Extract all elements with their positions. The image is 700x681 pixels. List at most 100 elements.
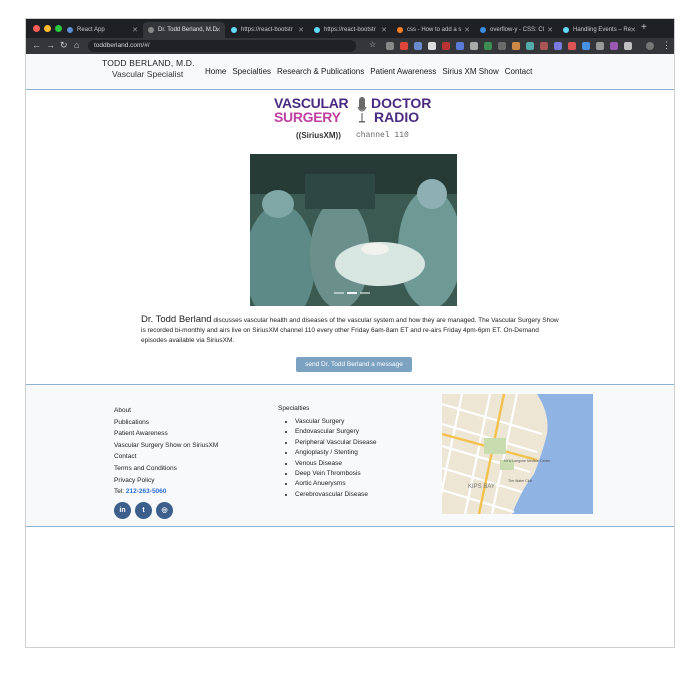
siriusxm-logo: ((SiriusXM)) — [296, 131, 341, 140]
home-icon[interactable]: ⌂ — [74, 40, 79, 50]
tab-todd-berland[interactable]: Dr. Todd Berland, M.D. ✕ — [143, 22, 225, 38]
location-map[interactable]: KIPS BAY NYU Langone Medical Center The … — [442, 394, 593, 514]
react-favicon-icon — [563, 27, 569, 33]
minimize-window-icon[interactable] — [44, 25, 51, 32]
site-navbar: TODD BERLAND, M.D. Vascular Specialist H… — [26, 54, 674, 90]
extension-icon[interactable] — [428, 42, 436, 50]
brand-name[interactable]: TODD BERLAND, M.D. — [102, 58, 195, 68]
menu-kebab-icon[interactable]: ⋮ — [662, 40, 671, 51]
extension-icon[interactable] — [400, 42, 408, 50]
extension-icon[interactable] — [484, 42, 492, 50]
brand-subtitle: Vascular Specialist — [112, 69, 184, 79]
specialty-item: Angioplasty / Stenting — [295, 448, 377, 458]
footer-link-privacy[interactable]: Privacy Policy — [114, 475, 218, 487]
tab-css-stackoverflow[interactable]: css - How to add a s ✕ — [392, 22, 474, 38]
map-hospital-label: NYU Langone Medical Center — [504, 459, 551, 463]
nav-patient-awareness[interactable]: Patient Awareness — [370, 67, 436, 76]
twitter-icon[interactable]: t — [135, 502, 152, 519]
surgery-photo — [250, 154, 457, 306]
specialties-title: Specialties — [278, 405, 310, 412]
specialty-item: Aortic Anuerysms — [295, 479, 377, 489]
show-description: Dr. Todd Berland discusses vascular heal… — [141, 315, 561, 346]
tab-react-bootstrap-1[interactable]: https://react-bootstr ✕ — [226, 22, 308, 38]
phone-link[interactable]: 212-263-5060 — [126, 488, 166, 495]
footer-link-patient-awareness[interactable]: Patient Awareness — [114, 428, 218, 440]
nav-specialties[interactable]: Specialties — [232, 67, 271, 76]
extension-icon[interactable] — [596, 42, 604, 50]
tab-react-app[interactable]: React App ✕ — [62, 22, 142, 38]
forward-arrow-icon[interactable]: → — [46, 40, 55, 50]
instagram-icon[interactable]: ◎ — [156, 502, 173, 519]
extension-icon[interactable] — [610, 42, 618, 50]
tab-close-icon[interactable]: ✕ — [215, 26, 221, 34]
footer-link-publications[interactable]: Publications — [114, 417, 218, 429]
carousel-indicator-active[interactable] — [347, 292, 357, 294]
map-area-label: KIPS BAY — [468, 484, 495, 490]
extension-icon[interactable] — [456, 42, 464, 50]
site-favicon-icon — [480, 27, 486, 33]
back-arrow-icon[interactable]: ← — [32, 40, 41, 50]
tab-strip: React App ✕ Dr. Todd Berland, M.D. ✕ https… — [26, 19, 674, 38]
tab-overflow-y[interactable]: overflow-y - CSS: Cl ✕ — [475, 22, 557, 38]
tab-close-icon[interactable]: ✕ — [464, 26, 470, 34]
tab-label: overflow-y - CSS: Cl — [490, 27, 545, 33]
specialties-section: Specialties Vascular Surgery Endovascula… — [278, 405, 377, 500]
surgery-carousel-image[interactable] — [250, 154, 457, 306]
extension-icon[interactable] — [498, 42, 506, 50]
address-bar[interactable]: toddberland.com/#/ — [88, 40, 356, 52]
extension-icon[interactable] — [386, 42, 394, 50]
specialty-item: Deep Vein Thrombosis — [295, 469, 377, 479]
footer-link-terms[interactable]: Terms and Conditions — [114, 463, 218, 475]
close-window-icon[interactable] — [33, 25, 40, 32]
extension-icon[interactable] — [512, 42, 520, 50]
extension-icon[interactable] — [554, 42, 562, 50]
react-favicon-icon — [314, 27, 320, 33]
tab-handling-events[interactable]: Handling Events – Re ✕ — [558, 22, 640, 38]
extension-icon[interactable] — [568, 42, 576, 50]
logo-word-surgery: SURGERY — [274, 109, 341, 125]
maximize-window-icon[interactable] — [55, 25, 62, 32]
carousel-indicators — [334, 292, 370, 294]
carousel-indicator[interactable] — [334, 292, 344, 294]
tab-label: https://react-bootstr — [324, 27, 376, 33]
extension-icon[interactable] — [540, 42, 548, 50]
nav-contact[interactable]: Contact — [505, 67, 533, 76]
tab-close-icon[interactable]: ✕ — [547, 26, 553, 34]
browser-toolbar: ← → ↻ ⌂ toddberland.com/#/ ☆ ⋮ — [26, 38, 674, 54]
react-favicon-icon — [231, 27, 237, 33]
bookmark-star-icon[interactable]: ☆ — [369, 40, 376, 49]
new-tab-button[interactable]: + — [641, 22, 647, 33]
extension-icon[interactable] — [470, 42, 478, 50]
reload-icon[interactable]: ↻ — [60, 40, 68, 51]
extension-icon[interactable] — [526, 42, 534, 50]
tab-label: Handling Events – Re — [573, 27, 632, 33]
extension-icon[interactable] — [624, 42, 632, 50]
send-message-button[interactable]: send Dr. Todd Berland a message — [296, 357, 412, 372]
tab-label: https://react-bootstr — [241, 27, 293, 33]
nav-sirius-xm-show[interactable]: Sirius XM Show — [442, 67, 498, 76]
linkedin-icon[interactable]: in — [114, 502, 131, 519]
specialty-item: Endovascular Surgery — [295, 427, 377, 437]
web-page: TODD BERLAND, M.D. Vascular Specialist H… — [26, 54, 674, 647]
nav-research-publications[interactable]: Research & Publications — [277, 67, 364, 76]
extension-icon[interactable] — [442, 42, 450, 50]
logo-word-radio: RADIO — [374, 109, 420, 125]
profile-avatar-icon[interactable] — [646, 42, 654, 50]
footer-phone: Tel: 212-263-5060 — [114, 486, 218, 498]
footer-link-contact[interactable]: Contact — [114, 451, 218, 463]
tab-react-bootstrap-2[interactable]: https://react-bootstr ✕ — [309, 22, 391, 38]
nav-home[interactable]: Home — [205, 67, 226, 76]
microphone-icon — [357, 97, 367, 123]
carousel-indicator[interactable] — [360, 292, 370, 294]
extension-icon[interactable] — [414, 42, 422, 50]
tab-close-icon[interactable]: ✕ — [381, 26, 387, 34]
footer-link-about[interactable]: About — [114, 405, 218, 417]
footer-link-siriusxm-show[interactable]: Vascular Surgery Show on SiriusXM — [114, 440, 218, 452]
window-controls — [33, 25, 62, 32]
description-doctor-name: Dr. Todd Berland — [141, 314, 212, 325]
tab-close-icon[interactable]: ✕ — [298, 26, 304, 34]
specialty-item: Venous Disease — [295, 459, 377, 469]
tab-close-icon[interactable]: ✕ — [132, 26, 138, 34]
tab-close-icon[interactable]: ✕ — [630, 26, 636, 34]
extension-icon[interactable] — [582, 42, 590, 50]
